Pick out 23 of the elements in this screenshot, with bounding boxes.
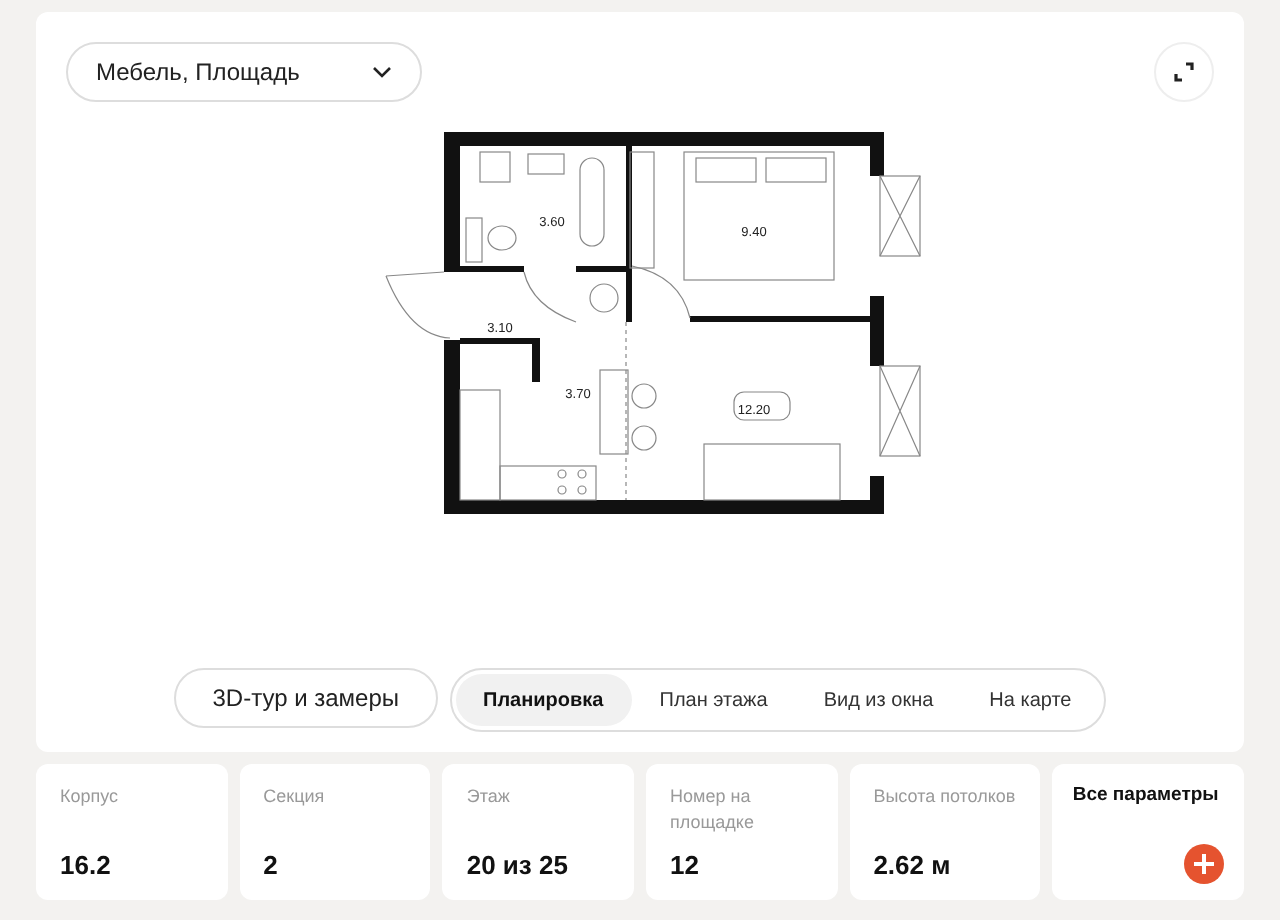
- fullscreen-button[interactable]: [1154, 42, 1214, 102]
- parameter-value: 2.62 м: [873, 850, 953, 880]
- expand-icon: [1174, 62, 1194, 82]
- view-tab[interactable]: Вид из окна: [795, 674, 962, 726]
- parameter-label: Высота потолков: [873, 784, 1018, 810]
- parameter-label: Корпус: [60, 784, 121, 810]
- parameter-value: 20 из 25: [466, 850, 570, 880]
- view-tab[interactable]: На карте: [961, 674, 1100, 726]
- parameter-label: Секция: [263, 784, 327, 810]
- parameter-value: 12: [670, 850, 701, 880]
- add-button[interactable]: [1184, 844, 1225, 884]
- plus-icon: [1194, 854, 1215, 874]
- all-parameters-card[interactable]: Все параметры: [1052, 764, 1245, 900]
- view-tab[interactable]: Планировка: [455, 674, 632, 726]
- filter-dropdown[interactable]: Мебель, Площадь: [66, 42, 422, 102]
- parameter-value: 16.2: [60, 850, 113, 880]
- parameter-label: Этаж: [466, 784, 512, 810]
- tour-button[interactable]: 3D-тур и замеры: [174, 668, 438, 728]
- all-parameters-label: Все параметры: [1072, 784, 1221, 806]
- view-tab[interactable]: План этажа: [631, 674, 796, 726]
- chevron-down-icon: [372, 66, 392, 78]
- parameter-label: Номер на площадке: [670, 784, 756, 836]
- parameter-value: 2: [263, 850, 280, 880]
